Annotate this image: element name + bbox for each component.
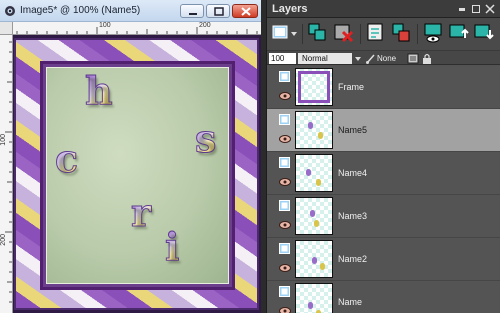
palette-pin-icon[interactable] (457, 4, 467, 14)
duplicate-layer-icon[interactable] (307, 22, 329, 44)
merge-layer-icon[interactable] (391, 22, 413, 44)
layers-toolbar (267, 18, 500, 50)
new-layer-menu-icon[interactable] (271, 22, 297, 44)
layer-visibility-toggle-icon[interactable] (422, 22, 444, 44)
minimize-icon (189, 13, 197, 15)
thumbnail-letter-mark (312, 257, 317, 264)
toolbar-separator (417, 24, 418, 44)
palette-close-icon[interactable] (485, 4, 495, 14)
layer-thumbnail (295, 68, 333, 106)
image-window: Image5* @ 100% (Name5) 100 200 100 200 h… (0, 0, 261, 313)
move-layer-down-icon[interactable] (473, 22, 495, 44)
frame-border: h s c r i (14, 38, 259, 310)
ruler-ticks-vertical (5, 41, 12, 303)
layer-row-name4[interactable]: Name4 (267, 152, 500, 195)
ruler-corner (0, 22, 13, 35)
layer-row-frame[interactable]: Frame (267, 66, 500, 109)
minimize-button[interactable] (180, 4, 204, 18)
raster-layer-icon (279, 114, 290, 125)
layer-row-name5[interactable]: Name5 (267, 109, 500, 152)
opacity-input[interactable]: 100 (269, 53, 296, 64)
ruler-label-100: 100 (99, 22, 111, 29)
thumbnail-letter-mark (308, 122, 313, 129)
raster-layer-icon (279, 243, 290, 254)
thumbnail-letter-mark (320, 263, 325, 270)
layer-row-name[interactable]: Name (267, 281, 500, 313)
blend-mode-select[interactable]: Normal (298, 53, 352, 64)
move-layer-up-icon[interactable] (448, 22, 470, 44)
brush-icon[interactable] (365, 53, 376, 64)
maximize-icon (214, 7, 224, 16)
mask-mode-select[interactable]: None (377, 53, 405, 64)
layer-list: Frame Name5 Name4 Name3 Name2 Name (267, 66, 500, 313)
close-button[interactable] (232, 4, 258, 18)
ruler-label-200: 200 (199, 22, 211, 29)
layer-thumbnail (295, 283, 333, 313)
letter-r: r (130, 190, 152, 235)
lock-icon[interactable] (421, 53, 433, 64)
vertical-ruler: 100 200 (0, 22, 13, 313)
thumbnail-letter-mark (318, 132, 323, 139)
image-window-titlebar[interactable]: Image5* @ 100% (Name5) (0, 0, 261, 22)
thumbnail-letter-mark (310, 210, 315, 217)
close-icon (241, 7, 251, 16)
raster-layer-icon (279, 286, 290, 297)
image-document-icon (4, 5, 16, 17)
layer-name: Name4 (338, 168, 368, 178)
layer-thumbnail (295, 154, 333, 192)
layer-properties-icon[interactable] (365, 22, 387, 44)
layer-row-name3[interactable]: Name3 (267, 195, 500, 238)
frame-inner-border: h s c r i (40, 61, 235, 290)
ruler-label-v200: 200 (0, 234, 7, 246)
chevron-down-icon[interactable] (353, 52, 363, 65)
raster-layer-icon (279, 71, 290, 82)
image-window-title: Image5* @ 100% (Name5) (20, 5, 141, 16)
layer-properties-bar: 100 Normal None (267, 50, 500, 65)
eye-icon[interactable] (279, 264, 291, 272)
layer-thumbnail (295, 240, 333, 278)
eye-icon[interactable] (279, 307, 291, 313)
thumbnail-letter-mark (314, 220, 319, 227)
ruler-ticks (16, 27, 258, 34)
layer-thumbnail (295, 111, 333, 149)
delete-layer-icon[interactable] (333, 22, 355, 44)
horizontal-ruler: 100 200 (13, 22, 261, 35)
layers-palette-titlebar[interactable]: Layers (267, 0, 500, 18)
image-canvas[interactable]: h s c r i (13, 35, 261, 313)
layers-palette: Layers 100 Normal None Frame Name5 Name4… (266, 0, 500, 313)
eye-icon[interactable] (279, 221, 291, 229)
thumbnail-letter-mark (306, 169, 311, 176)
toolbar-separator (360, 24, 361, 44)
eye-icon[interactable] (279, 178, 291, 186)
layer-name: Name5 (338, 125, 368, 135)
layer-name: Frame (338, 82, 365, 92)
layer-group-icon[interactable] (407, 53, 419, 64)
raster-layer-icon (279, 200, 290, 211)
thumbnail-letter-mark (316, 179, 321, 186)
layer-row-name2[interactable]: Name2 (267, 238, 500, 281)
letter-i: i (164, 224, 180, 269)
layer-name: Name2 (338, 254, 368, 264)
toolbar-separator (302, 24, 303, 44)
thumbnail-letter-mark (308, 302, 313, 309)
layers-palette-title: Layers (272, 3, 308, 15)
ruler-label-v100: 100 (0, 134, 7, 146)
eye-icon[interactable] (279, 135, 291, 143)
letter-h: h (85, 68, 114, 113)
layer-name: Name (338, 297, 363, 307)
letter-s: s (194, 116, 217, 161)
maximize-button[interactable] (206, 4, 230, 18)
palette-restore-icon[interactable] (471, 4, 481, 14)
letter-c: c (54, 136, 79, 181)
raster-layer-icon (279, 157, 290, 168)
paper-background: h s c r i (46, 67, 229, 284)
thumbnail-frame (298, 71, 330, 103)
layer-name: Name3 (338, 211, 368, 221)
layer-thumbnail (295, 197, 333, 235)
eye-icon[interactable] (279, 92, 291, 100)
